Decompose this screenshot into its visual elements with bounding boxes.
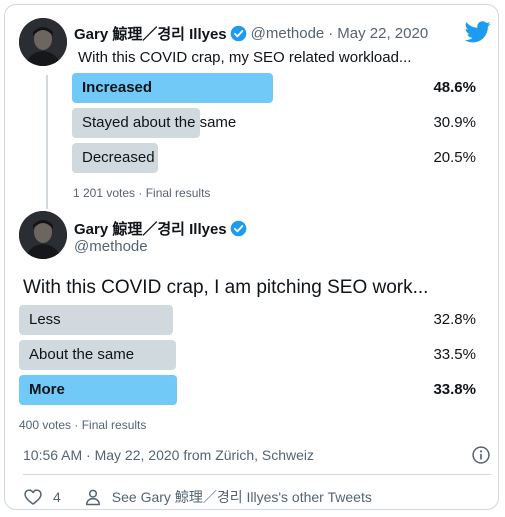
poll-option-percent: 20.5% [433,149,476,166]
main-tweet-header: Gary 鯨理／경리 Illyes [74,218,247,239]
other-tweets-label: See Gary 鯨理／경리 Illyes's other Tweets [111,489,372,505]
user-handle[interactable]: @methode [74,238,148,255]
poll-vote-summary: 400 votes · Final results [19,418,147,432]
main-tweet-text: With this COVID crap, I am pitching SEO … [23,277,429,298]
poll-option-percent: 33.8% [433,381,476,398]
poll-option: More 33.8% [19,375,476,405]
poll-option: Increased 48.6% [72,73,476,103]
poll-vote-summary: 1 201 votes · Final results [73,186,211,200]
poll-option: Decreased 20.5% [72,143,476,173]
tweet-date[interactable]: May 22, 2020 [337,25,428,42]
poll-option-label: More [29,381,65,398]
poll-option-percent: 48.6% [433,79,476,96]
verified-badge-icon [230,220,246,237]
thread-connector-line [46,75,48,209]
divider [23,474,491,475]
other-tweets-link[interactable]: See Gary 鯨理／경리 Illyes's other Tweets [83,487,372,507]
tweet-actions: 4 See Gary 鯨理／경리 Illyes's other Tweets [23,487,372,507]
poll-option-label: About the same [29,346,135,363]
poll-option-percent: 30.9% [433,114,476,131]
poll-option-percent: 33.5% [433,346,476,363]
poll-option-label: Decreased [82,149,155,166]
verified-badge-icon [230,25,246,42]
quoted-tweet-header: Gary 鯨理／경리 Illyes @methode · May 22, 202… [74,23,428,44]
separator-dot: · [328,25,334,42]
like-count: 4 [53,489,61,505]
person-icon [85,489,100,506]
tweet-timestamp[interactable]: 10:56 AM · May 22, 2020 from Zürich, Sch… [23,447,314,463]
poll-option-label: Stayed about the same [82,114,237,131]
avatar[interactable] [19,18,67,66]
poll-option: Less 32.8% [19,305,476,335]
poll-option-label: Less [29,311,61,328]
info-icon[interactable] [471,445,491,465]
display-name[interactable]: Gary 鯨理／경리 Illyes [74,218,227,239]
avatar[interactable] [19,211,67,259]
quoted-tweet-text: With this COVID crap, my SEO related wor… [78,49,412,66]
poll-option-percent: 32.8% [433,311,476,328]
heart-icon [24,489,42,505]
embedded-tweet-card: Gary 鯨理／경리 Illyes @methode · May 22, 202… [4,4,499,510]
poll-option: Stayed about the same 30.9% [72,108,476,138]
user-handle[interactable]: @methode [251,25,325,42]
poll-option: About the same 33.5% [19,340,476,370]
display-name[interactable]: Gary 鯨理／경리 Illyes [74,23,227,44]
poll-option-label: Increased [82,79,153,96]
like-button[interactable]: 4 [23,487,61,507]
twitter-bird-icon[interactable] [465,21,491,43]
